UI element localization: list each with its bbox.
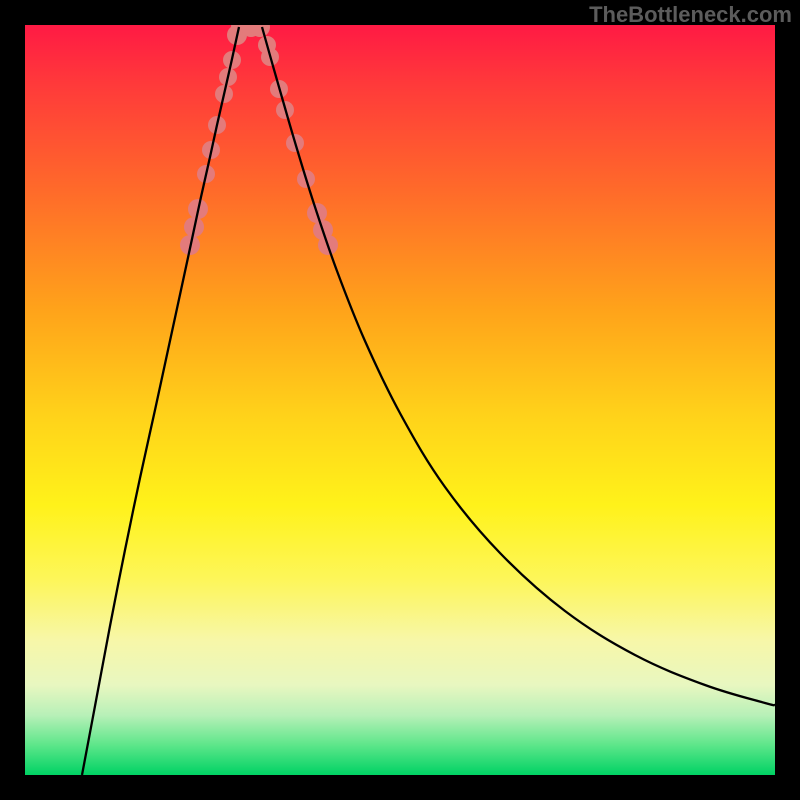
right-curve xyxy=(262,27,775,705)
chart-frame: TheBottleneck.com xyxy=(0,0,800,800)
curve-layer xyxy=(25,25,775,775)
left-curve xyxy=(82,27,239,775)
marker-beads xyxy=(180,25,338,255)
watermark-text: TheBottleneck.com xyxy=(589,2,792,28)
plot-area xyxy=(25,25,775,775)
